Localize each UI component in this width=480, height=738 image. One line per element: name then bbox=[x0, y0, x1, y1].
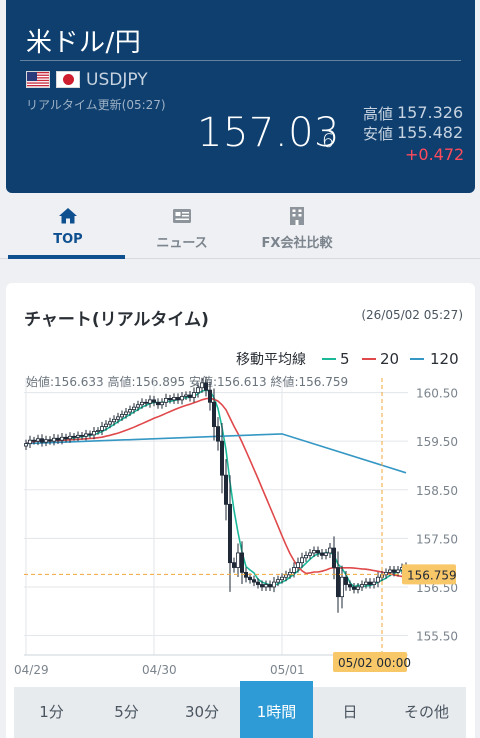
main-tabs: TOP ニュース FX会社比較 bbox=[0, 196, 480, 258]
current-price-last-digit: 6 bbox=[322, 130, 335, 152]
period-30min[interactable]: 30分 bbox=[164, 687, 240, 738]
news-icon bbox=[173, 209, 191, 223]
header-divider bbox=[20, 60, 461, 61]
us-flag-icon bbox=[26, 71, 50, 88]
jp-flag-icon bbox=[56, 71, 80, 88]
period-day[interactable]: 日 bbox=[313, 687, 387, 738]
tab-fx-comparison[interactable]: FX会社比較 bbox=[237, 196, 357, 258]
low-label: 安値 bbox=[363, 125, 394, 143]
period-5min[interactable]: 5分 bbox=[89, 687, 164, 738]
high-label: 高値 bbox=[363, 105, 394, 123]
chart-timestamp: (26/05/02 05:27) bbox=[361, 308, 463, 322]
tab-news-label: ニュース bbox=[156, 236, 208, 251]
period-1min[interactable]: 1分 bbox=[14, 687, 89, 738]
realtime-update-time: リアルタイム更新(05:27) bbox=[26, 98, 166, 112]
currency-header: 米ドル/円 USDJPY リアルタイム更新(05:27) 157.03 6 高値… bbox=[6, 0, 475, 193]
low-value: 155.482 bbox=[397, 123, 464, 142]
tab-fx-comparison-label: FX会社比較 bbox=[261, 236, 333, 251]
tab-top[interactable]: TOP bbox=[8, 196, 128, 258]
period-other[interactable]: その他 bbox=[387, 687, 466, 738]
pair-title: 米ドル/円 bbox=[26, 28, 142, 58]
tab-news[interactable]: ニュース bbox=[122, 196, 242, 258]
high-value: 157.326 bbox=[397, 103, 464, 122]
symbol-code: USDJPY bbox=[86, 70, 148, 90]
period-1hour[interactable]: 1時間 bbox=[240, 681, 313, 738]
active-tab-indicator bbox=[8, 255, 125, 259]
tab-top-label: TOP bbox=[53, 232, 83, 247]
price-change: +0.472 bbox=[405, 145, 465, 164]
current-price: 157.03 bbox=[197, 110, 340, 156]
period-selector: 1分 5分 30分 1時間 日 その他 bbox=[14, 681, 466, 738]
chart-card: チャート(リアルタイム) (26/05/02 05:27) bbox=[6, 283, 475, 738]
building-icon bbox=[290, 207, 304, 225]
chart-title: チャート(リアルタイム) bbox=[24, 310, 209, 330]
home-icon bbox=[59, 208, 77, 224]
